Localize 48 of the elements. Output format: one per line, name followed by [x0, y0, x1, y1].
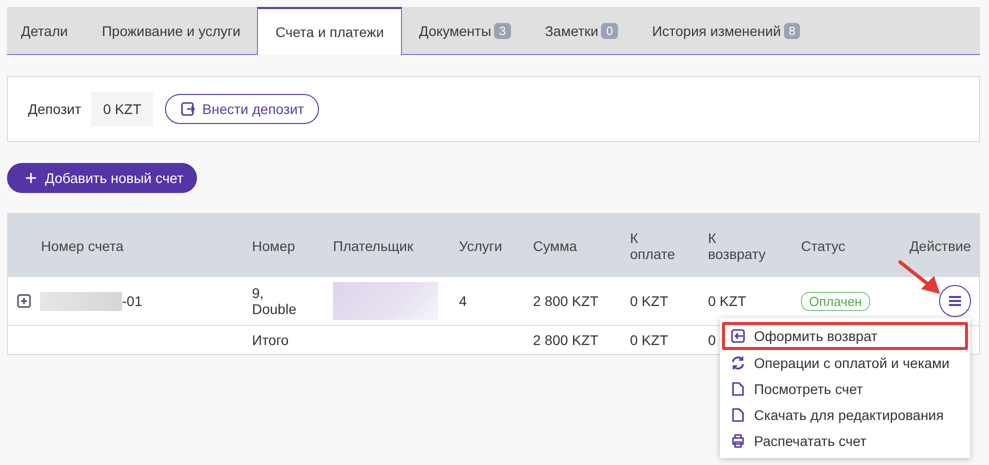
- tab[interactable]: Детали: [7, 7, 85, 54]
- menu-item[interactable]: Распечатать счет: [720, 428, 970, 454]
- column-header: Действие: [909, 238, 971, 254]
- tab[interactable]: Документы 3: [402, 7, 528, 54]
- column-header: К оплате: [630, 230, 676, 262]
- column-header: Услуги: [459, 238, 502, 254]
- menu-item[interactable]: Оформить возврат: [722, 322, 968, 350]
- tab[interactable]: Счета и платежи: [257, 7, 402, 55]
- menu-item[interactable]: Операции с оплатой и чеками: [720, 350, 970, 376]
- table-cell: 2 800 KZT: [533, 293, 598, 309]
- column-header: Номер счета: [41, 238, 124, 254]
- status-badge: Оплачен: [801, 292, 870, 310]
- add-invoice-button[interactable]: Добавить новый счет: [7, 163, 198, 193]
- count-badge: 0: [601, 22, 618, 38]
- tab[interactable]: Проживание и услуги: [84, 7, 258, 54]
- table-cell: -01: [122, 293, 142, 309]
- sync-icon: [730, 355, 746, 371]
- table-cell-text: 9, Double: [252, 285, 298, 317]
- expand-icon[interactable]: [17, 294, 31, 308]
- document-icon: [730, 381, 746, 397]
- count-badge: 8: [784, 22, 800, 38]
- column-header: Номер: [252, 238, 296, 254]
- tab[interactable]: Заметки 0: [528, 7, 636, 54]
- printer-icon: [730, 433, 746, 449]
- column-header: Плательщик: [333, 238, 414, 254]
- column-header: Сумма: [533, 238, 577, 254]
- table-cell: 2 800 KZT: [533, 332, 598, 348]
- column-header: Статус: [801, 238, 846, 254]
- table-cell: 0 KZT: [630, 332, 668, 348]
- document-icon: [730, 407, 746, 423]
- menu-item[interactable]: Скачать для редактирования: [720, 402, 970, 428]
- table-cell: 0: [708, 332, 716, 348]
- menu-button[interactable]: [939, 285, 971, 317]
- table-cell: Итого: [252, 332, 289, 348]
- deposit-button[interactable]: Внести депозит: [165, 94, 320, 124]
- count-badge: 3: [494, 22, 511, 38]
- wallet-icon: [180, 101, 196, 117]
- table-cell: 4: [459, 293, 467, 309]
- column-header: К возврату: [708, 230, 766, 262]
- refund-icon: [730, 328, 746, 344]
- table-cell: 0 KZT: [708, 293, 746, 309]
- deposit-amount: 0 KZT: [91, 92, 154, 126]
- tab[interactable]: История изменений 8: [635, 7, 818, 54]
- deposit-label: Депозит: [28, 101, 82, 117]
- plus-icon: [25, 172, 37, 184]
- table-cell: 0 KZT: [630, 293, 668, 309]
- menu-icon: [948, 295, 962, 307]
- menu-item[interactable]: Посмотреть счет: [720, 376, 970, 402]
